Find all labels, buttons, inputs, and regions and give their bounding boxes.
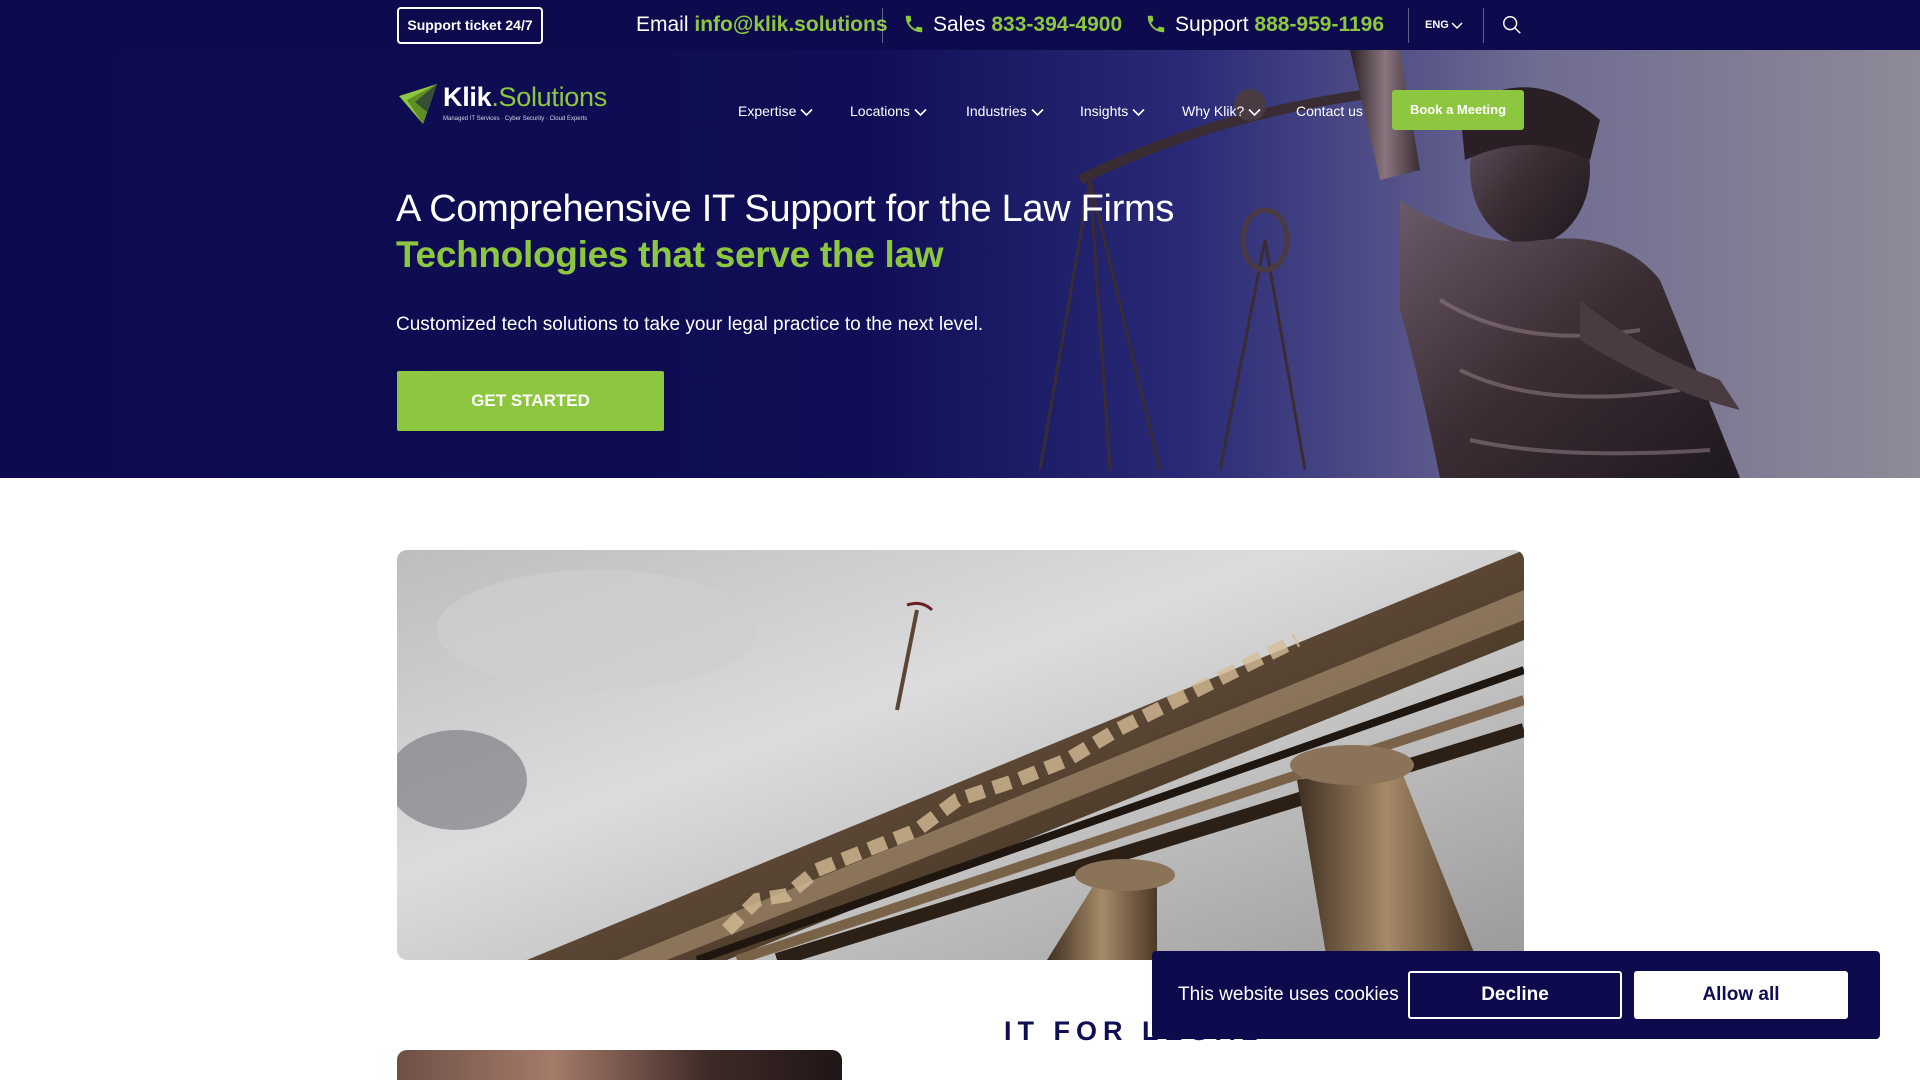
nav-label: Expertise [738,103,797,119]
sales-number[interactable]: 833-394-4900 [991,13,1122,36]
decline-cookies-button[interactable]: Decline [1408,971,1622,1019]
hero-subtitle: Technologies that serve the law [396,234,944,275]
nav-label: Why Klik? [1182,103,1245,119]
nav-label: Insights [1080,103,1129,119]
logo-name: Klik [443,82,492,112]
hero-description: Customized tech solutions to take your l… [396,314,984,335]
chevron-down-icon [1451,22,1463,30]
cookie-text: This website uses cookies [1178,984,1399,1005]
chevron-down-icon [1132,108,1145,117]
language-selector[interactable]: ENG [1425,0,1463,50]
divider [1483,8,1484,43]
logo-tagline: Managed IT Services · Cyber Security · C… [443,116,588,122]
language-label: ENG [1425,19,1449,31]
phone-icon [1147,15,1165,33]
support-label: Support [1175,13,1249,36]
logo-name-suffix: .Solutions [491,82,607,112]
top-bar: Support ticket 24/7 Email info@klik.solu… [0,0,1920,50]
support-ticket-button[interactable]: Support ticket 24/7 [397,7,543,44]
chevron-down-icon [914,108,927,117]
hero-section: Klik.Solutions Managed IT Services · Cyb… [0,50,1920,478]
hero-title: A Comprehensive IT Support for the Law F… [396,188,1175,230]
nav-why-klik[interactable]: Why Klik? [1182,96,1261,126]
chevron-down-icon [1248,108,1261,117]
divider [1408,8,1409,43]
nav-expertise[interactable]: Expertise [738,96,813,126]
get-started-button[interactable]: GET STARTED [397,371,664,431]
sales-contact[interactable]: Sales 833-394-4900 [903,0,1122,50]
logo-wordmark: Klik.Solutions [443,82,607,113]
support-contact[interactable]: Support 888-959-1196 [1145,0,1384,50]
chevron-down-icon [800,108,813,117]
nav-insights[interactable]: Insights [1080,96,1145,126]
phone-icon [905,15,923,33]
sales-label: Sales [933,13,986,36]
email-contact[interactable]: Email info@klik.solutions [636,0,888,50]
allow-all-cookies-button[interactable]: Allow all [1634,971,1848,1019]
courthouse-image [397,550,1524,960]
cookie-banner: This website uses cookies Decline Allow … [1152,951,1880,1039]
klik-solutions-logo[interactable]: Klik.Solutions Managed IT Services · Cyb… [397,80,627,130]
logo-mark-icon [399,84,437,124]
nav-label: Locations [850,103,910,119]
nav-label: Industries [966,103,1027,119]
nav-label: Contact us [1296,103,1363,119]
book-meeting-button[interactable]: Book a Meeting [1392,90,1524,130]
divider [882,8,883,43]
email-link[interactable]: info@klik.solutions [694,13,887,36]
nav-contact-us[interactable]: Contact us [1296,96,1363,126]
gavel-image [397,1050,842,1080]
email-label: Email [636,13,689,36]
support-number[interactable]: 888-959-1196 [1254,13,1384,36]
search-icon[interactable] [1501,14,1523,36]
nav-industries[interactable]: Industries [966,96,1044,126]
nav-locations[interactable]: Locations [850,96,927,126]
chevron-down-icon [1031,108,1044,117]
courthouse-illustration [397,550,1524,960]
